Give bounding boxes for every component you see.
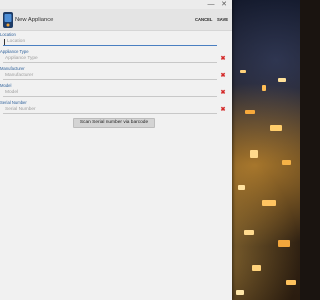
scan-barcode-button[interactable]: Scan Serial number via barcode (73, 118, 155, 128)
clear-manufacturer-icon[interactable]: ✖ (219, 72, 227, 80)
location-label: Location (0, 32, 16, 37)
manufacturer-label: Manufacturer (0, 66, 25, 71)
serial-number-input[interactable]: Serial Number (3, 106, 217, 114)
text-caret (4, 39, 5, 45)
model-input[interactable]: Model (3, 89, 217, 97)
appliance-type-row: Appliance Type ✖ (3, 55, 229, 63)
page-title: New Appliance (15, 17, 54, 23)
cancel-button[interactable]: CANCEL (195, 9, 212, 31)
clear-appliance-type-icon[interactable]: ✖ (219, 55, 227, 63)
serial-number-row: Serial Number ✖ (3, 106, 229, 114)
appliance-type-label: Appliance Type (0, 49, 29, 54)
location-input[interactable]: Location (3, 38, 217, 46)
save-button[interactable]: SAVE (217, 9, 228, 31)
location-row: Location (3, 38, 229, 46)
model-row: Model ✖ (3, 89, 229, 97)
manufacturer-row: Manufacturer ✖ (3, 72, 229, 80)
appliance-type-placeholder: Appliance Type (5, 56, 38, 61)
manufacturer-placeholder: Manufacturer (5, 73, 34, 78)
app-bar: New Appliance CANCEL SAVE (0, 9, 232, 31)
clear-model-icon[interactable]: ✖ (219, 89, 227, 97)
model-label: Model (0, 83, 12, 88)
app-window: — ✕ New Appliance CANCEL SAVE Location L… (0, 0, 232, 300)
location-placeholder: Location (7, 39, 26, 44)
model-placeholder: Model (5, 90, 19, 95)
manufacturer-input[interactable]: Manufacturer (3, 72, 217, 80)
minimize-icon[interactable]: — (206, 0, 216, 9)
close-icon[interactable]: ✕ (219, 0, 229, 9)
app-logo-icon (2, 11, 14, 29)
serial-number-label: Serial Number (0, 100, 27, 105)
appliance-type-input[interactable]: Appliance Type (3, 55, 217, 63)
serial-number-placeholder: Serial Number (5, 107, 36, 112)
window-title-bar: — ✕ (0, 0, 232, 9)
clear-serial-number-icon[interactable]: ✖ (219, 106, 227, 114)
